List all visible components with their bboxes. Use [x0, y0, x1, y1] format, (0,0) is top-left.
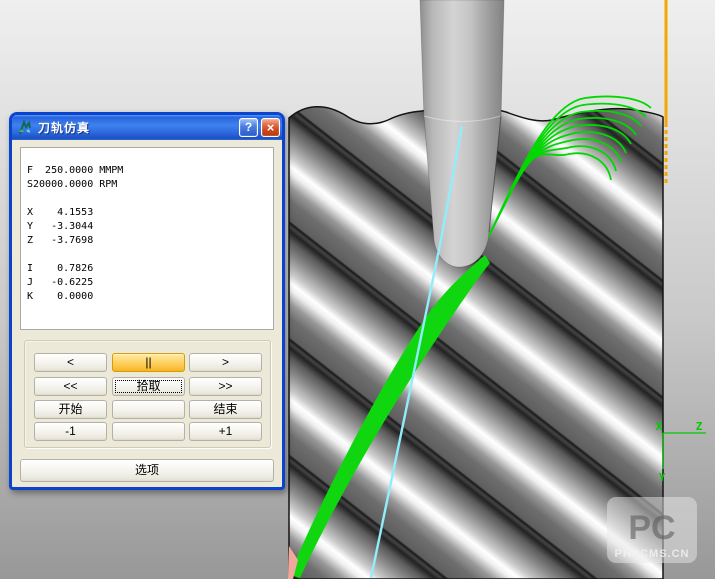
toolpath-simulation-icon: [17, 120, 33, 136]
blank-button-2[interactable]: [112, 422, 185, 441]
step-back-button[interactable]: <: [34, 353, 107, 372]
watermark-logo: PC: [628, 509, 675, 547]
readout-feedrate: F 250.0000 MMPM: [27, 164, 269, 178]
readout-j: J -0.6225: [27, 276, 269, 290]
end-button[interactable]: 结束: [189, 400, 262, 419]
dialog-titlebar[interactable]: 刀轨仿真 ? ×: [12, 115, 282, 140]
readout-spindle: S20000.0000 RPM: [27, 178, 269, 192]
watermark: PC PHPCMS.CN: [607, 497, 697, 563]
minus-one-button[interactable]: -1: [34, 422, 107, 441]
rewind-button[interactable]: <<: [34, 377, 107, 396]
step-forward-button[interactable]: >: [189, 353, 262, 372]
readout-blank: [27, 248, 269, 262]
start-button[interactable]: 开始: [34, 400, 107, 419]
toolpath-simulation-dialog: 刀轨仿真 ? × F 250.0000 MMPM S20000.0000 RPM…: [9, 112, 285, 490]
watermark-text: PHPCMS.CN: [614, 548, 689, 560]
pick-button[interactable]: 拾取: [112, 377, 185, 396]
playback-controls-group: < || > << 拾取 >> 开始 结束 -1 +1: [24, 340, 271, 448]
axis-x-label: X: [656, 420, 663, 433]
axis-z-label: Z: [696, 420, 703, 433]
dialog-title: 刀轨仿真: [38, 119, 90, 136]
readout-i: I 0.7826: [27, 262, 269, 276]
readout-x: X 4.1553: [27, 206, 269, 220]
options-button[interactable]: 选项: [20, 459, 274, 482]
blank-button-1[interactable]: [112, 400, 185, 419]
readout-blank: [27, 192, 269, 206]
close-button[interactable]: ×: [261, 118, 280, 137]
feed-position-readout: F 250.0000 MMPM S20000.0000 RPM X 4.1553…: [20, 147, 274, 330]
pause-button[interactable]: ||: [112, 353, 185, 372]
help-button[interactable]: ?: [239, 118, 258, 137]
readout-k: K 0.0000: [27, 290, 269, 304]
axis-y-label: Y: [659, 471, 666, 484]
plus-one-button[interactable]: +1: [189, 422, 262, 441]
fast-forward-button[interactable]: >>: [189, 377, 262, 396]
readout-z: Z -3.7698: [27, 234, 269, 248]
readout-y: Y -3.3044: [27, 220, 269, 234]
